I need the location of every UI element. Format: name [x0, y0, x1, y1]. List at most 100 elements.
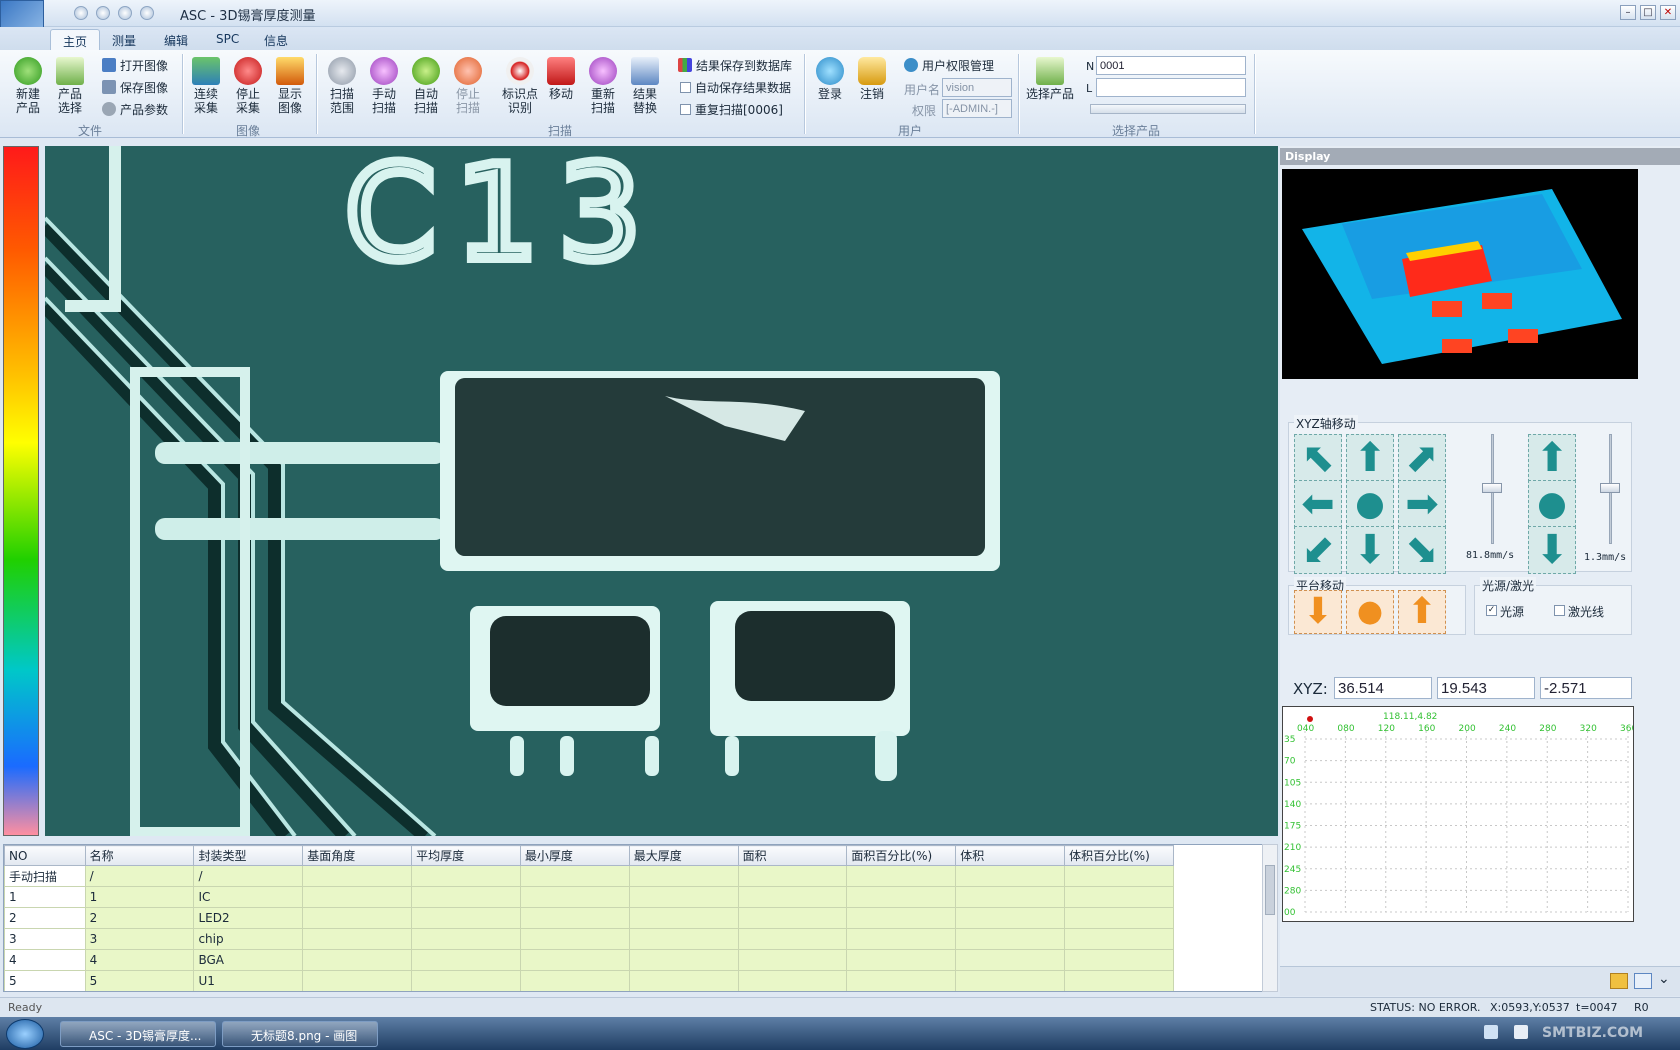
- move-up-right-button[interactable]: ⬈: [1398, 434, 1446, 482]
- table-cell[interactable]: [628, 949, 739, 971]
- login-button[interactable]: 登录: [810, 54, 850, 101]
- column-header[interactable]: 面积: [737, 845, 848, 866]
- quick-access-icon[interactable]: [118, 6, 132, 20]
- speaker-icon[interactable]: [1514, 1025, 1528, 1039]
- table-cell[interactable]: 2: [84, 907, 195, 929]
- table-cell[interactable]: [737, 928, 848, 950]
- x-value-field[interactable]: [1334, 677, 1432, 699]
- move-left-button[interactable]: ⬅: [1294, 480, 1342, 528]
- tab-info[interactable]: 信息: [252, 29, 300, 50]
- table-cell[interactable]: [411, 907, 521, 929]
- z-value-field[interactable]: [1540, 677, 1632, 699]
- table-cell[interactable]: [737, 865, 848, 887]
- table-row[interactable]: 1 1 IC: [4, 886, 1174, 908]
- table-cell[interactable]: [1064, 886, 1174, 908]
- move-down-left-button[interactable]: ⬋: [1294, 526, 1342, 574]
- table-cell[interactable]: [846, 865, 957, 887]
- start-button[interactable]: [6, 1019, 44, 1049]
- quick-access-icon[interactable]: [96, 6, 110, 20]
- move-down-button[interactable]: ⬇: [1346, 526, 1394, 574]
- keyboard-icon[interactable]: [1484, 1025, 1498, 1039]
- tab-edit[interactable]: 编辑: [152, 29, 200, 50]
- table-cell[interactable]: [302, 907, 413, 929]
- role-field[interactable]: [942, 99, 1012, 118]
- scan-range-button[interactable]: 扫描 范围: [322, 54, 362, 115]
- table-cell[interactable]: [955, 886, 1066, 908]
- table-cell[interactable]: [628, 865, 739, 887]
- column-header[interactable]: 封装类型: [193, 845, 304, 866]
- n-field[interactable]: [1096, 56, 1246, 75]
- table-cell[interactable]: [846, 928, 957, 950]
- table-cell[interactable]: [519, 865, 630, 887]
- table-cell[interactable]: [846, 886, 957, 908]
- move-right-button[interactable]: ➡: [1398, 480, 1446, 528]
- show-image-button[interactable]: 显示 图像: [270, 54, 310, 115]
- platform-down-button[interactable]: ⬇: [1294, 590, 1342, 634]
- table-cell[interactable]: [302, 886, 413, 908]
- slider-thumb[interactable]: [1600, 483, 1620, 493]
- table-cell[interactable]: [955, 928, 1066, 950]
- table-cell[interactable]: [955, 970, 1066, 991]
- profile-plot[interactable]: 040 080 120 160 200 240 280 320 360 35 70 105 140 175…: [1282, 706, 1637, 922]
- table-cell[interactable]: 2: [4, 907, 86, 929]
- continuous-capture-button[interactable]: 连续 采集: [186, 54, 226, 115]
- table-scrollbar[interactable]: [1262, 844, 1278, 992]
- table-cell[interactable]: [1064, 928, 1174, 950]
- save-to-db-button[interactable]: 结果保存到数据库: [678, 56, 792, 74]
- l-field[interactable]: [1096, 78, 1246, 97]
- column-header[interactable]: 平均厚度: [411, 845, 521, 866]
- table-cell[interactable]: [1064, 970, 1174, 991]
- save-image-button[interactable]: 保存图像: [102, 78, 168, 96]
- light-checkbox[interactable]: ✓: [1486, 605, 1497, 616]
- stop-capture-button[interactable]: 停止 采集: [228, 54, 268, 115]
- tab-measure[interactable]: 测量: [100, 29, 148, 50]
- quick-access-icon[interactable]: [140, 6, 154, 20]
- table-cell[interactable]: [628, 928, 739, 950]
- table-cell[interactable]: [846, 970, 957, 991]
- table-cell[interactable]: [519, 928, 630, 950]
- auto-scan-button[interactable]: 自动 扫描: [406, 54, 446, 115]
- camera-image[interactable]: C13: [45, 146, 1278, 836]
- table-row[interactable]: 5 5 U1: [4, 970, 1174, 991]
- taskbar-item-paint[interactable]: 无标题8.png - 画图: [222, 1021, 378, 1047]
- minimize-button[interactable]: –: [1620, 5, 1636, 20]
- table-cell[interactable]: LED2: [193, 907, 304, 929]
- platform-home-button[interactable]: ●: [1346, 590, 1394, 634]
- table-cell[interactable]: [302, 928, 413, 950]
- quick-access-icon[interactable]: [74, 6, 88, 20]
- username-field[interactable]: [942, 78, 1012, 97]
- table-cell[interactable]: [519, 886, 630, 908]
- table-cell[interactable]: 1: [84, 886, 195, 908]
- table-cell[interactable]: [1064, 907, 1174, 929]
- auto-save-checkbox[interactable]: 自动保存结果数据: [680, 78, 791, 96]
- column-header[interactable]: 面积百分比(%): [846, 845, 957, 866]
- z-speed-slider[interactable]: [1600, 434, 1620, 544]
- table-cell[interactable]: BGA: [193, 949, 304, 971]
- table-cell[interactable]: chip: [193, 928, 304, 950]
- table-row[interactable]: 手动扫描 / /: [4, 865, 1174, 887]
- table-cell[interactable]: [411, 949, 521, 971]
- table-cell[interactable]: [846, 907, 957, 929]
- table-cell[interactable]: /: [193, 865, 304, 887]
- table-cell[interactable]: 4: [4, 949, 86, 971]
- user-permission-button[interactable]: 用户权限管理: [904, 56, 994, 74]
- table-cell[interactable]: [411, 928, 521, 950]
- table-cell[interactable]: [737, 949, 848, 971]
- table-cell[interactable]: [846, 949, 957, 971]
- column-header[interactable]: 最小厚度: [519, 845, 630, 866]
- table-row[interactable]: 4 4 BGA: [4, 949, 1174, 971]
- new-product-button[interactable]: 新建 产品: [8, 54, 48, 115]
- column-header[interactable]: 基面角度: [302, 845, 413, 866]
- table-cell[interactable]: 5: [84, 970, 195, 991]
- tab-spc[interactable]: SPC: [204, 29, 251, 50]
- table-cell[interactable]: 3: [84, 928, 195, 950]
- z-down-button[interactable]: ⬇: [1528, 526, 1576, 574]
- table-cell[interactable]: 手动扫描: [4, 865, 86, 887]
- table-cell[interactable]: 1: [4, 886, 86, 908]
- table-cell[interactable]: 5: [4, 970, 86, 991]
- slider-thumb[interactable]: [1482, 483, 1502, 493]
- taskbar-item-asc[interactable]: ASC - 3D锡膏厚度...: [60, 1021, 216, 1047]
- stop-scan-button[interactable]: 停止 扫描: [448, 54, 488, 115]
- y-value-field[interactable]: [1437, 677, 1535, 699]
- move-button[interactable]: 移动: [541, 54, 581, 101]
